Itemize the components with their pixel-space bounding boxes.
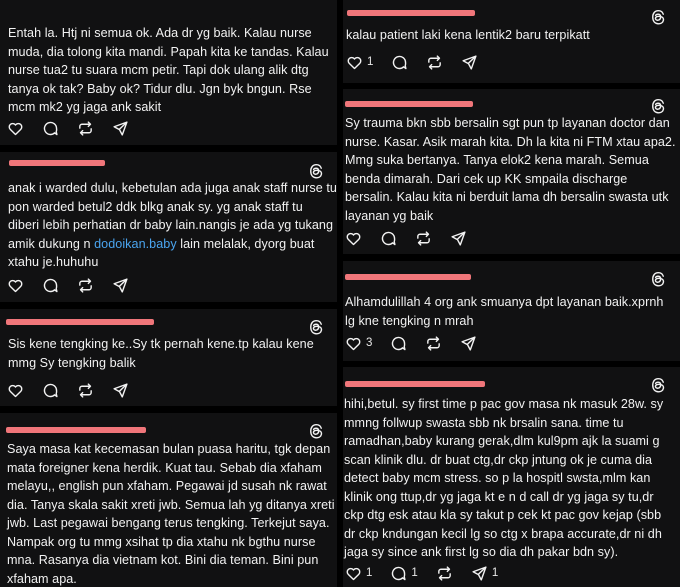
redacted-username	[9, 160, 105, 166]
comment-icon	[43, 383, 58, 397]
reply-count: 1	[411, 567, 418, 579]
post-actions: 1	[346, 53, 496, 71]
heart-icon	[8, 122, 23, 135]
repost-icon	[417, 230, 430, 246]
repost-button[interactable]	[77, 120, 94, 137]
post-text: kalau patient laki kena lentik2 baru ter…	[346, 28, 590, 42]
like-button[interactable]: 3	[345, 335, 372, 352]
post-text: Sis kene tengking ke..Sy tk pernah kene.…	[8, 337, 314, 370]
post-text: hihi,betul. sy first time p pac gov masa…	[344, 397, 664, 559]
share-icon	[113, 382, 128, 398]
repost-icon	[437, 565, 451, 581]
post-actions	[345, 229, 485, 247]
share-button[interactable]	[461, 54, 478, 71]
threads-logo-icon[interactable]	[307, 318, 325, 336]
heart-icon	[8, 384, 23, 397]
share-button[interactable]: 1	[471, 565, 498, 582]
like-button[interactable]	[345, 230, 362, 247]
repost-button[interactable]	[426, 54, 443, 71]
reply-button[interactable]	[42, 382, 59, 399]
redacted-username	[6, 427, 146, 433]
threads-logo-icon[interactable]	[649, 8, 667, 26]
post-card[interactable]: Alhamdulillah 4 org ank smuanya dpt laya…	[343, 261, 680, 361]
post-actions	[7, 381, 147, 399]
comment-icon	[393, 55, 407, 69]
repost-button[interactable]	[77, 277, 94, 294]
post-text: anak i warded dulu, kebetulan ada juga a…	[8, 181, 337, 269]
post-card[interactable]: kalau patient laki kena lentik2 baru ter…	[343, 0, 680, 83]
post-card[interactable]: Saya masa kat kecemasan bulan puasa hari…	[0, 413, 337, 587]
reply-button[interactable]	[380, 230, 397, 247]
post-card[interactable]: anak i warded dulu, kebetulan ada juga a…	[0, 152, 337, 302]
heart-icon	[8, 279, 23, 292]
repost-button[interactable]	[77, 382, 94, 399]
redacted-username	[345, 101, 473, 107]
share-icon	[113, 120, 128, 136]
post-card[interactable]: Sis kene tengking ke..Sy tk pernah kene.…	[0, 309, 337, 406]
heart-icon	[346, 567, 361, 580]
redacted-username	[6, 319, 154, 325]
mention-link[interactable]: dodoikan.baby	[94, 237, 177, 251]
like-button[interactable]: 1	[345, 565, 372, 582]
repost-icon	[428, 54, 442, 70]
post-text: Alhamdulillah 4 org ank smuanya dpt laya…	[345, 295, 664, 328]
like-button[interactable]	[7, 120, 24, 137]
heart-icon	[346, 337, 361, 350]
share-icon	[462, 54, 477, 70]
repost-icon	[79, 120, 92, 136]
reply-button[interactable]	[391, 54, 408, 71]
repost-button[interactable]	[436, 565, 453, 582]
share-icon	[451, 230, 466, 246]
reply-button[interactable]	[42, 277, 59, 294]
like-button[interactable]	[7, 382, 24, 399]
comment-icon	[392, 336, 406, 350]
threads-logo-icon[interactable]	[307, 162, 325, 180]
post-text: Entah la. Htj ni semua ok. Ada dr yg bai…	[8, 26, 329, 114]
threads-logo-icon[interactable]	[649, 97, 667, 115]
heart-icon	[346, 232, 361, 245]
reply-button[interactable]: 1	[390, 565, 418, 582]
post-card[interactable]: Entah la. Htj ni semua ok. Ada dr yg bai…	[0, 0, 337, 145]
redacted-username	[345, 381, 485, 387]
share-icon	[472, 565, 487, 581]
reply-button[interactable]	[390, 335, 407, 352]
post-actions: 1 1 1	[345, 564, 516, 582]
like-button[interactable]	[7, 277, 24, 294]
reply-button[interactable]	[42, 120, 59, 137]
comment-icon	[43, 278, 58, 292]
repost-button[interactable]	[415, 230, 432, 247]
comment-icon	[381, 231, 396, 245]
repost-button[interactable]	[425, 335, 442, 352]
post-actions	[7, 276, 147, 294]
post-card[interactable]: hihi,betul. sy first time p pac gov masa…	[343, 367, 680, 587]
like-count: 1	[366, 567, 373, 579]
comment-icon	[43, 121, 58, 135]
redacted-username	[347, 10, 475, 16]
comment-icon	[392, 566, 406, 580]
threads-logo-icon[interactable]	[307, 422, 325, 440]
post-card[interactable]: Sy trauma bkn sbb bersalin sgt pun tp la…	[343, 89, 680, 254]
repost-icon	[79, 382, 92, 398]
post-actions: 3	[345, 334, 495, 352]
threads-logo-icon[interactable]	[649, 270, 667, 288]
share-button[interactable]	[112, 277, 129, 294]
share-button[interactable]	[112, 382, 129, 399]
like-button[interactable]: 1	[346, 54, 373, 71]
like-count: 1	[367, 56, 374, 68]
like-count: 3	[366, 337, 373, 349]
post-text: Sy trauma bkn sbb bersalin sgt pun tp la…	[345, 116, 676, 223]
threads-logo-icon[interactable]	[649, 376, 667, 394]
share-button[interactable]	[460, 335, 477, 352]
share-button[interactable]	[450, 230, 467, 247]
share-count: 1	[491, 567, 499, 579]
share-icon	[461, 335, 476, 351]
post-actions	[7, 119, 147, 137]
repost-icon	[79, 277, 92, 293]
share-icon	[113, 277, 128, 293]
heart-icon	[347, 56, 362, 69]
redacted-username	[345, 274, 471, 280]
share-button[interactable]	[112, 120, 129, 137]
post-text: Saya masa kat kecemasan bulan puasa hari…	[7, 442, 335, 586]
repost-icon	[427, 335, 441, 351]
